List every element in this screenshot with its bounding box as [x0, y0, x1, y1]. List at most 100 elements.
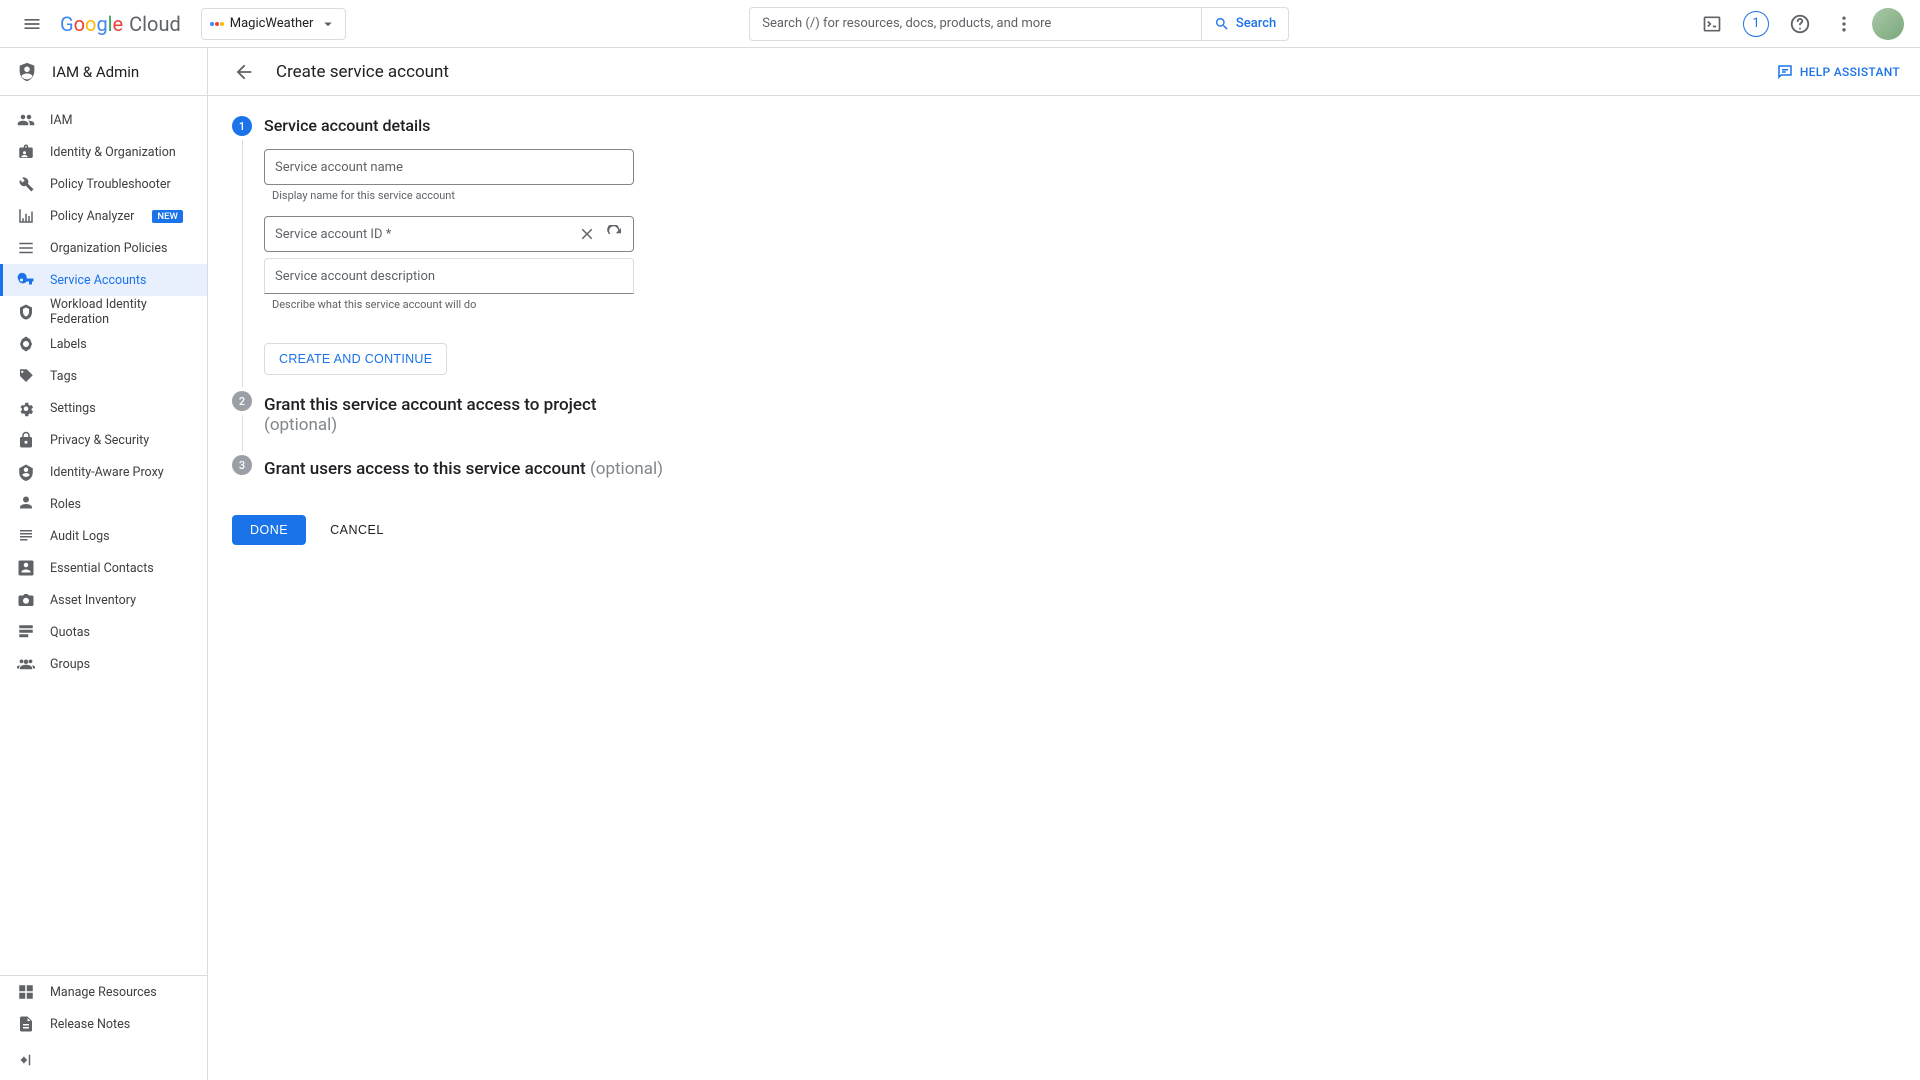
trial-badge: 1	[1743, 11, 1769, 37]
people-icon	[16, 110, 36, 130]
done-button[interactable]: DONE	[232, 515, 306, 545]
sidebar-item-label: Groups	[50, 657, 90, 672]
search-icon	[1214, 16, 1230, 32]
sidebar-item-label: Workload Identity Federation	[50, 297, 191, 327]
sidebar-item-label: Tags	[50, 369, 77, 384]
sidebar-item-settings[interactable]: Settings	[0, 392, 207, 424]
content-header: Create service account HELP ASSISTANT	[208, 48, 1920, 96]
sidebar-item-essential-contacts[interactable]: Essential Contacts	[0, 552, 207, 584]
quota-icon	[16, 622, 36, 642]
sidebar-item-iam[interactable]: IAM	[0, 104, 207, 136]
step-2[interactable]: 2 Grant this service account access to p…	[232, 391, 884, 455]
lock-icon	[16, 430, 36, 450]
sidebar-item-groups[interactable]: Groups	[0, 648, 207, 680]
project-selector[interactable]: MagicWeather	[201, 8, 347, 40]
service-account-name-input[interactable]: Service account name	[264, 149, 634, 185]
new-badge: NEW	[152, 210, 182, 223]
sidebar-item-organization-policies[interactable]: Organization Policies	[0, 232, 207, 264]
sidebar-collapse[interactable]	[0, 1040, 207, 1080]
google-cloud-logo[interactable]: Google Cloud	[60, 12, 181, 36]
logs-icon	[16, 526, 36, 546]
label-icon	[16, 334, 36, 354]
sidebar-item-label: Audit Logs	[50, 529, 110, 544]
list-icon	[16, 238, 36, 258]
step-1-indicator: 1	[232, 116, 252, 136]
iam-shield-icon	[16, 61, 38, 83]
sidebar-item-release-notes[interactable]: Release Notes	[0, 1008, 207, 1040]
help-icon	[1789, 13, 1811, 35]
groups-icon	[16, 654, 36, 674]
sidebar-header[interactable]: IAM & Admin	[0, 48, 207, 96]
badge-icon	[16, 142, 36, 162]
account-button[interactable]	[1868, 4, 1908, 44]
sidebar-item-identity-organization[interactable]: Identity & Organization	[0, 136, 207, 168]
step-3[interactable]: 3 Grant users access to this service acc…	[232, 455, 884, 499]
search-button[interactable]: Search	[1201, 7, 1289, 41]
sidebar-item-label: Release Notes	[50, 1017, 130, 1032]
sidebar-item-label: Manage Resources	[50, 985, 157, 1000]
service-account-id-input[interactable]: Service account ID *	[264, 216, 634, 252]
sidebar-item-tags[interactable]: Tags	[0, 360, 207, 392]
help-assistant-button[interactable]: HELP ASSISTANT	[1776, 63, 1900, 81]
sidebar-item-policy-troubleshooter[interactable]: Policy Troubleshooter	[0, 168, 207, 200]
sidebar-title: IAM & Admin	[52, 63, 139, 81]
sidebar-item-roles[interactable]: Roles	[0, 488, 207, 520]
sidebar-item-asset-inventory[interactable]: Asset Inventory	[0, 584, 207, 616]
hamburger-menu[interactable]	[12, 4, 52, 44]
cancel-button[interactable]: CANCEL	[318, 515, 396, 545]
sidebar-item-label: Policy Troubleshooter	[50, 177, 171, 192]
wrench-icon	[16, 174, 36, 194]
chat-icon	[1776, 63, 1794, 81]
step-1: 1 Service account details Service accoun…	[232, 116, 884, 391]
sidebar-item-label: Identity-Aware Proxy	[50, 465, 164, 480]
sidebar-item-audit-logs[interactable]: Audit Logs	[0, 520, 207, 552]
chevron-down-icon	[319, 15, 337, 33]
sidebar-item-label: Essential Contacts	[50, 561, 154, 576]
sidebar-item-manage-resources[interactable]: Manage Resources	[0, 976, 207, 1008]
service-account-description-input[interactable]: Service account description	[264, 258, 634, 294]
contacts-icon	[16, 558, 36, 578]
back-button[interactable]	[228, 56, 260, 88]
step-2-title: Grant this service account access to pro…	[264, 391, 884, 439]
key-icon	[16, 270, 36, 290]
sidebar-item-label: Policy Analyzer	[50, 209, 134, 224]
menu-icon	[22, 14, 42, 34]
gear-icon	[16, 398, 36, 418]
create-and-continue-button[interactable]: CREATE AND CONTINUE	[264, 343, 447, 375]
sidebar-item-label: Asset Inventory	[50, 593, 136, 608]
sidebar-item-quotas[interactable]: Quotas	[0, 616, 207, 648]
terminal-icon	[1702, 14, 1722, 34]
search-input[interactable]: Search (/) for resources, docs, products…	[749, 7, 1201, 41]
manage-icon	[16, 982, 36, 1002]
sidebar-item-privacy-security[interactable]: Privacy & Security	[0, 424, 207, 456]
avatar	[1872, 8, 1904, 40]
name-hint: Display name for this service account	[272, 189, 884, 202]
sidebar-item-workload-identity-federation[interactable]: Workload Identity Federation	[0, 296, 207, 328]
sidebar-item-identity-aware-proxy[interactable]: Identity-Aware Proxy	[0, 456, 207, 488]
cloud-shell-button[interactable]	[1692, 4, 1732, 44]
clear-id-button[interactable]	[575, 222, 599, 246]
arrow-back-icon	[233, 61, 255, 83]
sidebar-item-policy-analyzer[interactable]: Policy Analyzer NEW	[0, 200, 207, 232]
collapse-icon	[16, 1051, 34, 1069]
sidebar-item-labels[interactable]: Labels	[0, 328, 207, 360]
sidebar: IAM & Admin IAM Identity & Organization Po…	[0, 48, 208, 1080]
page-title: Create service account	[276, 62, 449, 82]
more-button[interactable]	[1824, 4, 1864, 44]
topbar: Google Cloud MagicWeather Search (/) for…	[0, 0, 1920, 48]
close-icon	[578, 225, 596, 243]
sidebar-item-service-accounts[interactable]: Service Accounts	[0, 264, 207, 296]
more-vert-icon	[1834, 14, 1854, 34]
refresh-icon	[606, 225, 624, 243]
proxy-icon	[16, 462, 36, 482]
step-3-title: Grant users access to this service accou…	[264, 455, 884, 483]
sidebar-item-label: Organization Policies	[50, 241, 167, 256]
project-name: MagicWeather	[230, 16, 314, 31]
step-3-indicator: 3	[232, 455, 252, 475]
analytics-icon	[16, 206, 36, 226]
help-button[interactable]	[1780, 4, 1820, 44]
trial-status-button[interactable]: 1	[1736, 4, 1776, 44]
sidebar-item-label: IAM	[50, 113, 73, 128]
regenerate-id-button[interactable]	[603, 222, 627, 246]
tag-icon	[16, 366, 36, 386]
